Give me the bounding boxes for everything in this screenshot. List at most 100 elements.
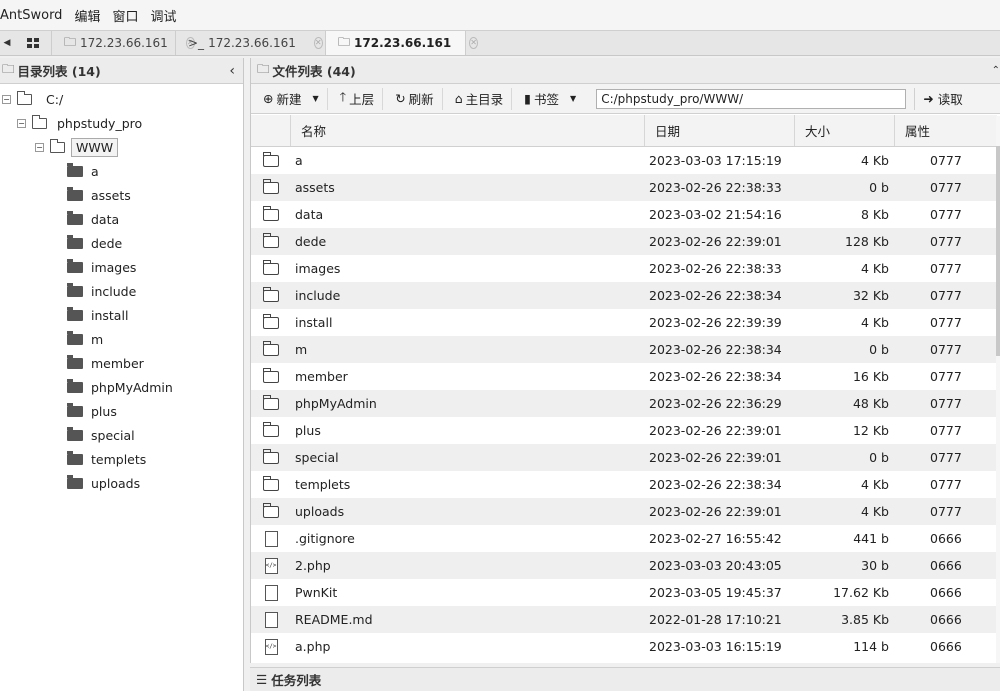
- arrow-right-icon: ➜: [923, 91, 934, 106]
- menu-edit[interactable]: 编辑: [74, 6, 100, 25]
- code-file-icon: [264, 638, 278, 655]
- row-size: 4 Kb: [860, 261, 889, 276]
- collapse-toggle-icon[interactable]: −: [17, 118, 26, 128]
- row-name: assets: [295, 180, 335, 195]
- folder-icon: [263, 205, 279, 221]
- tree-node-folder[interactable]: assets: [67, 185, 131, 205]
- collapse-toggle-icon[interactable]: −: [2, 94, 11, 104]
- column-header-date[interactable]: 日期: [645, 115, 795, 146]
- menu-antsword[interactable]: AntSword: [0, 8, 62, 23]
- tree-node-folder[interactable]: member: [67, 353, 144, 373]
- row-name: PwnKit: [295, 585, 338, 600]
- collapse-up-icon[interactable]: ⌃: [992, 65, 1000, 76]
- tree-node-phpstudy[interactable]: − phpstudy_pro: [17, 113, 142, 133]
- row-date: 2022-01-28 17:10:21: [649, 612, 782, 627]
- table-row[interactable]: special 2023-02-26 22:39:01 0 b 0777: [251, 444, 997, 471]
- table-row[interactable]: phpMyAdmin 2023-02-26 22:36:29 48 Kb 0777: [251, 390, 997, 417]
- tree-node-folder[interactable]: include: [67, 281, 136, 301]
- table-row[interactable]: templets 2023-02-26 22:38:34 4 Kb 0777: [251, 471, 997, 498]
- column-header-name[interactable]: 名称: [291, 115, 645, 146]
- directory-panel-title: 目录列表 (14): [17, 64, 101, 79]
- tree-node-folder[interactable]: templets: [67, 449, 146, 469]
- tab-scroll-left-icon[interactable]: ◀: [0, 31, 14, 55]
- row-size: 128 Kb: [845, 234, 889, 249]
- tree-node-folder[interactable]: dede: [67, 233, 122, 253]
- tree-node-folder[interactable]: m: [67, 329, 103, 349]
- vertical-scrollbar[interactable]: [996, 116, 1000, 663]
- tree-node-label: m: [91, 331, 104, 347]
- row-icon-cell: [251, 340, 291, 356]
- table-row[interactable]: .gitignore 2023-02-27 16:55:42 441 b 0666: [251, 525, 997, 552]
- row-size: 4 Kb: [860, 477, 889, 492]
- tree-node-label: templets: [91, 451, 147, 467]
- row-attr: 0666: [930, 558, 962, 573]
- tree-node-folder[interactable]: uploads: [67, 473, 140, 493]
- table-row[interactable]: include 2023-02-26 22:38:34 32 Kb 0777: [251, 282, 997, 309]
- scrollbar-thumb[interactable]: [996, 146, 1000, 356]
- tab-home[interactable]: [14, 31, 52, 55]
- row-size: 4 Kb: [860, 504, 889, 519]
- table-row[interactable]: member 2023-02-26 22:38:34 16 Kb 0777: [251, 363, 997, 390]
- row-attr: 0666: [930, 612, 962, 627]
- tree-node-folder[interactable]: install: [67, 305, 128, 325]
- read-button[interactable]: ➜ 读取: [914, 87, 963, 110]
- tab-terminal[interactable]: >_ 172.23.66.161 ✕: [176, 31, 326, 55]
- refresh-icon: ↻: [395, 91, 406, 106]
- column-header-attr[interactable]: 属性: [895, 115, 997, 146]
- menu-debug[interactable]: 调试: [150, 6, 176, 25]
- close-icon[interactable]: ✕: [469, 37, 478, 49]
- folder-icon: [67, 210, 83, 225]
- tab-file-manager-active[interactable]: 🗀 172.23.66.161 ✕: [326, 31, 478, 55]
- column-header-size[interactable]: 大小: [795, 115, 895, 146]
- tree-node-folder[interactable]: phpMyAdmin: [67, 377, 173, 397]
- tree-node-folder[interactable]: special: [67, 425, 135, 445]
- table-row[interactable]: a.php 2023-03-03 16:15:19 114 b 0666: [251, 633, 997, 660]
- table-row[interactable]: plus 2023-02-26 22:39:01 12 Kb 0777: [251, 417, 997, 444]
- row-name: data: [295, 207, 324, 222]
- bookmark-button[interactable]: ▮ 书签 ▼: [512, 88, 584, 110]
- tree-node-folder[interactable]: a: [67, 161, 99, 181]
- new-button[interactable]: ⊕ 新建 ▼: [259, 87, 328, 110]
- folder-icon: [67, 234, 83, 249]
- close-icon[interactable]: ✕: [313, 37, 323, 49]
- path-input[interactable]: [596, 88, 907, 109]
- folder-icon: [67, 186, 83, 201]
- row-attr: 0777: [930, 315, 962, 330]
- table-row[interactable]: 2.php 2023-03-03 20:43:05 30 b 0666: [251, 552, 997, 579]
- row-size: 17.62 Kb: [833, 585, 889, 600]
- tree-node-www[interactable]: − WWW: [35, 137, 119, 157]
- table-row[interactable]: assets 2023-02-26 22:38:33 0 b 0777: [251, 174, 997, 201]
- collapse-toggle-icon[interactable]: −: [35, 142, 44, 152]
- row-attr: 0777: [930, 369, 962, 384]
- table-row[interactable]: a 2023-03-03 17:15:19 4 Kb 0777: [251, 147, 997, 174]
- table-row[interactable]: images 2023-02-26 22:38:33 4 Kb 0777: [251, 255, 997, 282]
- table-row[interactable]: uploads 2023-02-26 22:39:01 4 Kb 0777: [251, 498, 997, 525]
- folder-icon: [263, 286, 279, 302]
- table-row[interactable]: data 2023-03-02 21:54:16 8 Kb 0777: [251, 201, 997, 228]
- table-row[interactable]: README.md 2022-01-28 17:10:21 3.85 Kb 0666: [251, 606, 997, 633]
- table-row[interactable]: install 2023-02-26 22:39:39 4 Kb 0777: [251, 309, 997, 336]
- row-icon-cell: [251, 448, 291, 464]
- table-row[interactable]: dede 2023-02-26 22:39:01 128 Kb 0777: [251, 228, 997, 255]
- tree-node-label: include: [91, 283, 137, 299]
- table-row[interactable]: PwnKit 2023-03-05 19:45:37 17.62 Kb 0666: [251, 579, 997, 606]
- collapse-icon[interactable]: ‹: [229, 63, 235, 79]
- up-button[interactable]: 🡑 上层: [328, 87, 384, 110]
- tree-node-folder[interactable]: data: [67, 209, 119, 229]
- row-date: 2023-02-26 22:39:39: [649, 315, 782, 330]
- task-list-panel[interactable]: ☰ 任务列表: [250, 667, 1000, 691]
- task-list-title: 任务列表: [271, 673, 322, 688]
- menu-window[interactable]: 窗口: [112, 6, 138, 25]
- home-button[interactable]: ⌂ 主目录: [443, 87, 513, 110]
- tab-file-manager-1[interactable]: 🗀 172.23.66.161 ✕: [52, 31, 195, 55]
- menubar: AntSword 编辑 窗口 调试: [0, 0, 1000, 30]
- tree-node-root[interactable]: − C:/: [2, 89, 63, 109]
- row-date: 2023-03-03 16:15:19: [649, 639, 782, 654]
- refresh-button[interactable]: ↻ 刷新: [383, 87, 443, 110]
- tree-node-folder[interactable]: plus: [67, 401, 117, 421]
- tree-node-folder[interactable]: images: [67, 257, 136, 277]
- table-row[interactable]: m 2023-02-26 22:38:34 0 b 0777: [251, 336, 997, 363]
- row-name: 2.php: [295, 558, 331, 573]
- file-list-panel: 🗀 文件列表 (44) ⌃ ⊕ 新建 ▼ 🡑 上层 ↻ 刷新 ⌂ 主目录 ▮ 书…: [250, 58, 1000, 663]
- row-date: 2023-02-26 22:38:34: [649, 369, 782, 384]
